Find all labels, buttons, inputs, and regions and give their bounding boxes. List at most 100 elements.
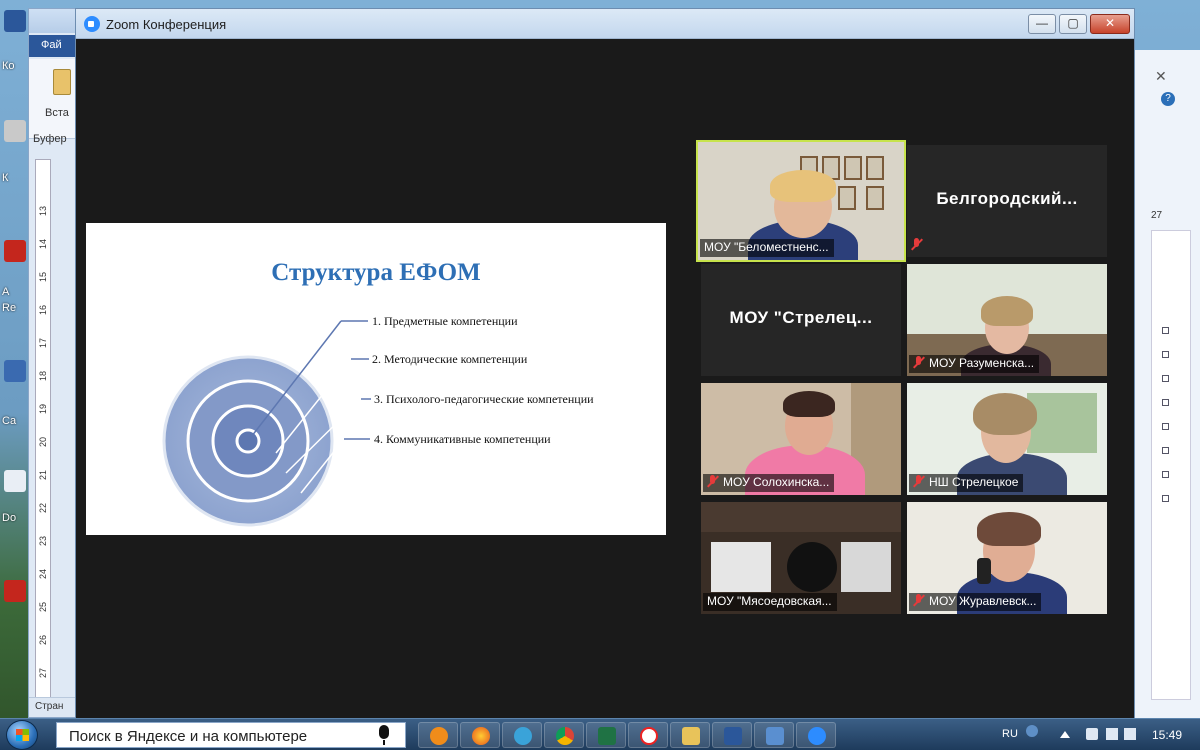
participant-tile[interactable]: Белгородский... <box>907 145 1107 257</box>
ruler-number: 17 <box>38 337 48 348</box>
taskbar-excel[interactable] <box>586 722 626 748</box>
participant-name: МОУ Солохинска... <box>723 475 830 489</box>
participant-tile[interactable]: МОУ "Стрелец... <box>701 264 901 376</box>
participant-tile[interactable]: НШ Стрелецкое <box>907 383 1107 495</box>
participant-name: МОУ "Беломестненс... <box>700 239 834 257</box>
voice-search-button[interactable] <box>372 724 396 746</box>
background-word-window-right[interactable]: ✕ ? 27 <box>1128 50 1200 718</box>
help-tray-icon[interactable] <box>1026 725 1038 737</box>
language-indicator[interactable]: RU <box>1002 728 1018 740</box>
maximize-button[interactable]: ▢ <box>1059 14 1087 34</box>
help-icon[interactable]: ? <box>1161 92 1175 106</box>
video-background <box>711 542 771 592</box>
participant-tile[interactable]: МОУ Солохинска... <box>701 383 901 495</box>
ruler-number: 15 <box>38 271 48 282</box>
folder-icon <box>682 727 700 745</box>
close-button[interactable]: ✕ <box>1090 14 1130 34</box>
list-checkbox <box>1162 351 1169 358</box>
mic-muted-icon <box>707 475 718 488</box>
participant-video <box>770 170 836 202</box>
zoom-titlebar[interactable]: Zoom Конференция — ▢ ✕ <box>76 9 1134 39</box>
document-page <box>1151 230 1191 700</box>
taskbar-chrome[interactable] <box>544 722 584 748</box>
taskbar-firefox[interactable] <box>460 722 500 748</box>
participant-name-tag: МОУ Журавлевск... <box>909 593 1042 611</box>
desktop-camera-icon[interactable] <box>4 360 26 382</box>
desktop-area: Ко К А Re Ca Do <box>0 0 30 718</box>
ruler-number: 26 <box>38 634 48 645</box>
taskbar-word[interactable] <box>712 722 752 748</box>
chat-icon <box>766 727 784 745</box>
tray-arrow-icon[interactable] <box>1060 731 1070 738</box>
desktop-shortcut-icon[interactable] <box>4 120 26 142</box>
desktop-word-icon[interactable] <box>4 10 26 32</box>
ruler-number: 14 <box>38 238 48 249</box>
media-player-icon <box>430 727 448 745</box>
desktop-label: Re <box>2 302 17 314</box>
phone-icon <box>977 558 991 584</box>
ruler-number: 19 <box>38 403 48 414</box>
participant-tile[interactable]: МОУ "Беломестненс... <box>696 140 906 262</box>
participant-tile[interactable]: МОУ Разуменска... <box>907 264 1107 376</box>
participant-name-tag: МОУ Солохинска... <box>703 474 835 492</box>
zoom-window[interactable]: Zoom Конференция — ▢ ✕ Структура ЕФОМ 1.… <box>75 8 1135 719</box>
list-checkbox <box>1162 495 1169 502</box>
vertical-ruler: 13 14 15 16 17 18 19 20 21 22 23 24 25 26 27 <box>35 159 51 699</box>
network-tray-icon[interactable] <box>1106 728 1118 740</box>
participant-video <box>783 391 835 417</box>
competency-label: 4. Коммуникативные компетенции <box>374 432 551 446</box>
paste-label: Вста <box>45 107 69 119</box>
close-icon[interactable]: ✕ <box>1155 68 1167 85</box>
network-icon <box>514 727 532 745</box>
taskbar-zoom[interactable] <box>796 722 836 748</box>
start-button[interactable] <box>6 720 38 750</box>
ruler-number: 22 <box>38 502 48 513</box>
video-background <box>866 156 884 180</box>
ruler-number: 25 <box>38 601 48 612</box>
microphone-icon <box>379 725 389 745</box>
participant-name-tag: МОУ Разуменска... <box>909 355 1040 373</box>
clock[interactable]: 15:49 <box>1152 728 1182 742</box>
participant-video <box>977 512 1041 546</box>
ruler-value: 27 <box>1151 210 1163 221</box>
participant-tile[interactable]: МОУ "Мясоедовская... <box>701 502 901 614</box>
video-background <box>841 542 891 592</box>
zoom-icon <box>808 727 826 745</box>
slide-title: Структура ЕФОМ <box>271 259 481 286</box>
ruler-number: 21 <box>38 469 48 480</box>
ruler-number: 16 <box>38 304 48 315</box>
keyboard-icon[interactable] <box>1124 728 1136 740</box>
desktop-label: Ко <box>2 60 15 72</box>
meeting-area: Структура ЕФОМ 1. Предметные компетенции… <box>76 39 1134 719</box>
desktop-label: К <box>2 172 9 184</box>
participant-video <box>981 296 1033 326</box>
paste-icon[interactable] <box>53 69 71 95</box>
firefox-icon <box>472 727 490 745</box>
video-background <box>838 186 856 210</box>
taskbar-yandex[interactable] <box>628 722 668 748</box>
chrome-icon <box>556 727 574 745</box>
search-input[interactable]: Поиск в Яндексе и на компьютере <box>56 722 406 748</box>
list-checkbox <box>1162 471 1169 478</box>
taskbar-network[interactable] <box>502 722 542 748</box>
desktop-acrobat-icon[interactable] <box>4 240 26 262</box>
video-background <box>701 502 901 532</box>
desktop-label: Do <box>2 512 17 524</box>
window-title: Zoom Конференция <box>106 17 227 32</box>
video-background <box>866 186 884 210</box>
volume-icon[interactable] <box>1086 728 1098 740</box>
participant-name-tag: НШ Стрелецкое <box>909 474 1024 492</box>
taskbar-media-player[interactable] <box>418 722 458 748</box>
participant-name: МОУ Разуменска... <box>929 356 1035 370</box>
taskbar-folder[interactable] <box>670 722 710 748</box>
list-checkbox <box>1162 423 1169 430</box>
taskbar-chat[interactable] <box>754 722 794 748</box>
mic-muted-icon <box>911 238 922 251</box>
participant-tile[interactable]: МОУ Журавлевск... <box>907 502 1107 614</box>
search-placeholder: Поиск в Яндексе и на компьютере <box>69 728 308 745</box>
ruler-number: 13 <box>38 205 48 216</box>
minimize-button[interactable]: — <box>1028 14 1056 34</box>
desktop-document-icon[interactable] <box>4 470 26 492</box>
list-checkbox <box>1162 447 1169 454</box>
desktop-acrobat-icon[interactable] <box>4 580 26 602</box>
